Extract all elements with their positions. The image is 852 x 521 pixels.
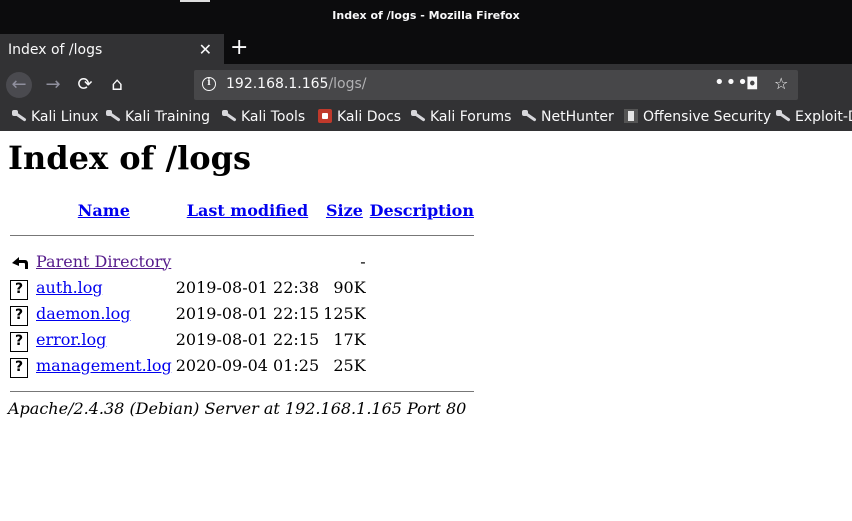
reload-button[interactable]: ⟳ [72, 72, 98, 98]
unknown-file-icon: ? [10, 358, 28, 378]
description-cell [368, 300, 476, 326]
file-link-management-log[interactable]: management.log [36, 356, 172, 375]
bookmark-kali-docs[interactable]: Kali Docs [318, 109, 401, 125]
tab-title: Index of /logs [8, 42, 103, 58]
sort-by-description-link[interactable]: Description [370, 201, 474, 220]
name-cell: daemon.log [34, 300, 174, 326]
file-link-daemon-log[interactable]: daemon.log [36, 304, 130, 323]
bookmark-nethunter[interactable]: NetHunter [522, 109, 614, 125]
size-cell: - [360, 251, 366, 271]
sort-by-size-link[interactable]: Size [326, 201, 363, 220]
table-row: ? daemon.log 2019-08-01 22:15 125K [8, 300, 476, 326]
titlebar-handle [180, 0, 210, 2]
name-cell: error.log [34, 326, 174, 352]
size-cell: 90K [333, 277, 366, 297]
name-column-header: Name [34, 199, 174, 222]
tab-bar: Index of /logs ✕ + [0, 34, 852, 64]
page-actions-menu-icon[interactable]: ••• [714, 72, 749, 93]
kali-dragon-icon [106, 109, 120, 123]
unknown-file-icon: ? [10, 332, 28, 352]
table-row: ? management.log 2020-09-04 01:25 25K [8, 352, 476, 378]
modified-cell: 2019-08-01 22:15 [175, 329, 320, 349]
bookmark-kali-training[interactable]: Kali Training [106, 109, 210, 125]
table-row: ? error.log 2019-08-01 22:15 17K [8, 326, 476, 352]
icon-column-header [8, 199, 34, 222]
close-icon[interactable]: ✕ [199, 40, 212, 59]
name-cell: Parent Directory [34, 248, 174, 274]
icon-cell: ? [8, 300, 34, 326]
kali-dragon-icon [222, 109, 236, 123]
navigation-toolbar: ← → ⟳ ⌂ i 192.168.1.165/logs/ ••• ◘ ☆ [0, 64, 852, 104]
divider [10, 390, 474, 392]
title-bar: Index of /logs - Mozilla Firefox [0, 0, 852, 34]
unknown-file-icon: ? [10, 306, 28, 326]
tab-index-of-logs[interactable]: Index of /logs ✕ [0, 34, 224, 64]
server-signature: Apache/2.4.38 (Debian) Server at 192.168… [8, 399, 467, 418]
offsec-icon [624, 109, 638, 123]
url-text[interactable]: 192.168.1.165/logs/ [226, 76, 367, 92]
directory-listing-table: Name Last modified Size Description Pare… [8, 199, 476, 404]
modified-cell: 2019-08-01 22:38 [175, 277, 320, 297]
file-link-error-log[interactable]: error.log [36, 330, 106, 349]
name-cell: management.log [34, 352, 174, 378]
bookmark-kali-linux[interactable]: Kali Linux [12, 109, 98, 125]
file-link-auth-log[interactable]: auth.log [36, 278, 103, 297]
pocket-icon[interactable]: ◘ [746, 74, 759, 93]
bookmark-exploit-db[interactable]: Exploit-D [776, 109, 852, 125]
size-cell: 17K [333, 329, 366, 349]
sort-by-modified-link[interactable]: Last modified [187, 201, 308, 220]
size-cell: 25K [333, 355, 366, 375]
modified-column-header: Last modified [174, 199, 321, 222]
back-arrow-icon [12, 257, 28, 269]
bookmark-star-icon[interactable]: ☆ [774, 74, 788, 93]
bookmark-kali-tools[interactable]: Kali Tools [222, 109, 305, 125]
site-info-icon[interactable]: i [202, 77, 216, 91]
back-button[interactable]: ← [6, 72, 32, 98]
forward-button[interactable]: → [40, 72, 66, 98]
new-tab-button[interactable]: + [230, 34, 248, 62]
bookmark-offensive-security[interactable]: Offensive Security [624, 109, 771, 125]
modified-cell [174, 248, 321, 274]
table-row: ? auth.log 2019-08-01 22:38 90K [8, 274, 476, 300]
size-cell: 125K [323, 303, 366, 323]
icon-cell: ? [8, 352, 34, 378]
exploit-db-icon [776, 109, 790, 123]
description-cell [368, 274, 476, 300]
page-heading: Index of /logs [8, 139, 252, 177]
size-column-header: Size [321, 199, 368, 222]
window-title: Index of /logs - Mozilla Firefox [332, 9, 520, 22]
sort-by-name-link[interactable]: Name [78, 201, 130, 220]
table-header-row: Name Last modified Size Description [8, 199, 476, 222]
unknown-file-icon: ? [10, 280, 28, 300]
table-row: Parent Directory - [8, 248, 476, 274]
name-cell: auth.log [34, 274, 174, 300]
url-bar[interactable]: i 192.168.1.165/logs/ ••• ◘ ☆ [194, 70, 798, 100]
description-cell [368, 352, 476, 378]
back-icon-cell [8, 248, 34, 274]
browser-chrome: Index of /logs - Mozilla Firefox Index o… [0, 0, 852, 131]
kali-docs-icon [318, 109, 332, 123]
parent-directory-link[interactable]: Parent Directory [36, 252, 171, 271]
divider [10, 234, 474, 236]
icon-cell: ? [8, 274, 34, 300]
modified-cell: 2019-08-01 22:15 [175, 303, 320, 323]
url-host: 192.168.1.165 [226, 76, 329, 92]
separator-row [8, 222, 476, 248]
home-button[interactable]: ⌂ [104, 72, 130, 98]
nethunter-icon [522, 109, 536, 123]
kali-dragon-icon [411, 109, 425, 123]
description-cell [368, 248, 476, 274]
bookmark-kali-forums[interactable]: Kali Forums [411, 109, 511, 125]
url-path: /logs/ [328, 76, 367, 92]
modified-cell: 2020-09-04 01:25 [175, 355, 320, 375]
icon-cell: ? [8, 326, 34, 352]
kali-dragon-icon [12, 109, 26, 123]
description-cell [368, 326, 476, 352]
description-column-header: Description [368, 199, 476, 222]
bookmarks-toolbar: Kali Linux Kali Training Kali Tools Kali… [0, 104, 852, 131]
